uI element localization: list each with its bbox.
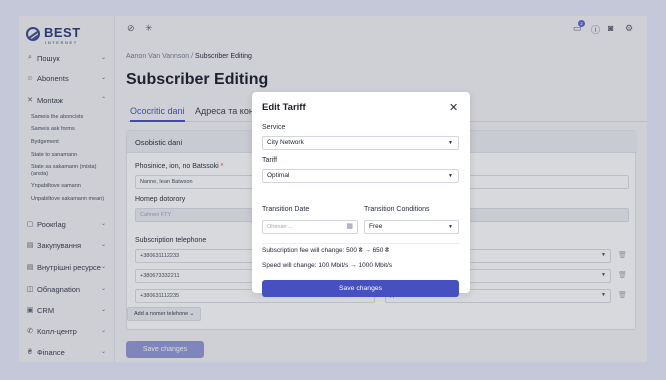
transition-date-input[interactable]: Ohenan ... ▦ — [262, 220, 358, 234]
service-label: Service — [262, 124, 286, 131]
dialog-save-button[interactable]: Save changes — [262, 280, 459, 297]
tariff-label: Tariff — [262, 157, 278, 164]
close-icon[interactable]: ✕ — [449, 101, 458, 114]
tariff-value: Optimal — [267, 172, 290, 179]
edit-tariff-dialog: Edit Tariff ✕ Service City Network ▼ Tar… — [252, 92, 470, 297]
app-window: BEST INTERNET ⌕ Пошук ⌄ ☺ Abonents ⌄ ✕ M… — [19, 16, 647, 362]
speed-change-info: Speed will change: 100 Mbit/s → 1000 Mbi… — [262, 262, 393, 269]
transition-conditions-select[interactable]: Free ▼ — [364, 220, 459, 234]
transition-conditions-label: Transition Conditions — [364, 206, 430, 213]
tariff-select[interactable]: Optimal ▼ — [262, 169, 459, 183]
calendar-icon[interactable]: ▦ — [346, 221, 353, 233]
chevron-down-icon: ▼ — [448, 173, 453, 179]
service-value: City Network — [267, 139, 304, 146]
date-placeholder: Ohenan ... — [267, 224, 293, 230]
chevron-down-icon: ▼ — [448, 140, 453, 146]
conditions-value: Free — [369, 223, 383, 230]
chevron-down-icon: ▼ — [448, 224, 453, 230]
transition-date-label: Transition Date — [262, 206, 310, 213]
fee-change-info: Subscription fee will change: 500 ₴ → 65… — [262, 247, 389, 254]
divider — [262, 243, 460, 244]
dialog-title: Edit Tariff — [262, 102, 306, 113]
service-select[interactable]: City Network ▼ — [262, 136, 459, 150]
